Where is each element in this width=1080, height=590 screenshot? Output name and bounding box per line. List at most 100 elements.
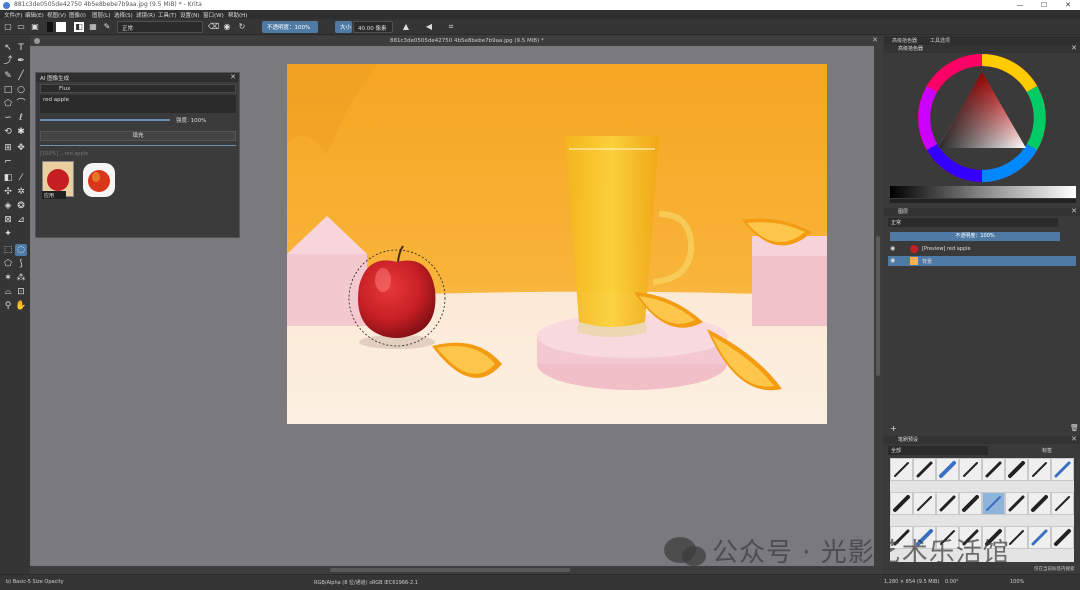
menu-window[interactable]: 窗口(W)	[203, 11, 224, 19]
eye-icon[interactable]: ◉	[890, 257, 895, 264]
bezier-select-icon[interactable]: ⌓	[2, 286, 14, 298]
background-color-swatch[interactable]	[56, 22, 66, 32]
transform-tool-icon[interactable]: ⊞	[2, 142, 14, 154]
contiguous-select-icon[interactable]: ✶	[2, 272, 14, 284]
brush-preset[interactable]	[913, 458, 936, 481]
polyline-tool-icon[interactable]: ⌒	[15, 98, 27, 110]
similar-select-icon[interactable]: ⁂	[15, 272, 27, 284]
enclose-fill-icon[interactable]: ❂	[15, 200, 27, 212]
menu-tools[interactable]: 工具(T)	[158, 11, 177, 19]
brush-preset[interactable]	[959, 492, 982, 515]
brush-preset-icon[interactable]: ✎	[102, 22, 112, 32]
close-window-button[interactable]: ✕	[1056, 0, 1080, 10]
edit-shapes-icon[interactable]: ⤴	[2, 55, 14, 67]
magnetic-select-icon[interactable]: ⊡	[15, 286, 27, 298]
rectangle-tool-icon[interactable]: □	[2, 84, 14, 96]
polygon-tool-icon[interactable]: ⬠	[2, 98, 14, 110]
reload-icon[interactable]: ↻	[237, 22, 247, 32]
menu-image[interactable]: 图像(I)	[69, 11, 86, 19]
opacity-slider[interactable]: 不透明度：100%	[262, 21, 318, 33]
brush-preset[interactable]	[1028, 492, 1051, 515]
smart-patch-icon[interactable]: ✲	[15, 186, 27, 198]
result-thumbnail-2[interactable]	[83, 163, 115, 197]
gradient-icon[interactable]: ◧	[74, 22, 84, 32]
tab-tool-options[interactable]: 工具选项	[930, 37, 950, 44]
crop-tool-icon[interactable]: ⌐	[2, 156, 14, 168]
layer-row-background[interactable]: ◉ 背景	[888, 256, 1076, 266]
menu-view[interactable]: 视图(V)	[47, 11, 66, 19]
freehand-select-icon[interactable]: ⟆	[15, 258, 27, 270]
apply-button[interactable]: 应用	[42, 191, 66, 199]
bezier-tool-icon[interactable]: ∽	[2, 112, 14, 124]
brush-preset[interactable]	[1028, 458, 1051, 481]
menu-help[interactable]: 帮助(H)	[228, 11, 247, 19]
rect-select-icon[interactable]: ⬚	[2, 244, 14, 256]
alpha-lock-icon[interactable]: ◉	[222, 22, 232, 32]
measure-tool-icon[interactable]: ⊿	[15, 214, 27, 226]
freehand-brush-icon[interactable]: ✎	[2, 70, 14, 82]
menu-settings[interactable]: 设置(N)	[180, 11, 199, 19]
layer-opacity-slider[interactable]: 不透明度：100%	[890, 232, 1060, 241]
model-select[interactable]: Flux	[40, 84, 236, 93]
size-slider[interactable]: 40.00 像素	[353, 21, 393, 33]
brush-preset[interactable]	[982, 492, 1005, 515]
add-layer-icon[interactable]: +	[890, 424, 897, 433]
brush-preset[interactable]	[890, 458, 913, 481]
horizontal-scroll-thumb[interactable]	[330, 568, 570, 572]
reference-tool-icon[interactable]: ✦	[2, 228, 14, 240]
open-document-icon[interactable]: ▭	[16, 22, 26, 32]
freehand-path-icon[interactable]: ℓ	[15, 112, 27, 124]
brush-preset[interactable]	[982, 458, 1005, 481]
color-picker-icon[interactable]: ⁄	[15, 172, 27, 184]
gradient-tool-icon[interactable]: ◧	[2, 172, 14, 184]
vertical-scrollbar[interactable]	[874, 46, 882, 566]
select-shapes-icon[interactable]: ↖	[2, 42, 14, 54]
generate-button[interactable]: 填充	[40, 131, 236, 141]
menu-layer[interactable]: 图层(L)	[92, 11, 110, 19]
foreground-color-swatch[interactable]	[47, 22, 53, 32]
minimize-button[interactable]: —	[1008, 0, 1032, 10]
move-tool-icon[interactable]: ✥	[15, 142, 27, 154]
menu-file[interactable]: 文件(F)	[4, 11, 22, 19]
brush-preset[interactable]	[1005, 458, 1028, 481]
brush-filter-select[interactable]: 全部	[888, 446, 988, 455]
brush-preset[interactable]	[936, 492, 959, 515]
menu-filter[interactable]: 滤镜(R)	[136, 11, 155, 19]
brush-preset[interactable]	[890, 492, 913, 515]
prompt-input[interactable]: red apple	[40, 95, 236, 113]
eraser-icon[interactable]: ⌫	[208, 22, 219, 32]
document-tab[interactable]: 881c3de0505de42750 4b5e8bebe7b9aa.jpg (9…	[30, 36, 882, 46]
blend-mode-select[interactable]: 正常	[117, 21, 203, 33]
close-document-icon[interactable]: ✕	[872, 36, 878, 44]
calligraphy-icon[interactable]: ✒	[15, 55, 27, 67]
close-layers-panel-icon[interactable]: ✕	[1071, 207, 1077, 215]
delete-layer-icon[interactable]: 🗑	[1070, 424, 1079, 432]
menu-edit[interactable]: 编辑(E)	[25, 11, 44, 19]
ellipse-select-icon[interactable]: ◌	[15, 244, 27, 256]
canvas-image[interactable]	[287, 64, 827, 424]
colorize-mask-icon[interactable]: ✣	[2, 186, 14, 198]
brush-preset[interactable]	[1051, 492, 1074, 515]
fill-tool-icon[interactable]: ◈	[2, 200, 14, 212]
strength-slider[interactable]	[40, 119, 170, 121]
ellipse-tool-icon[interactable]: ○	[15, 84, 27, 96]
close-brush-panel-icon[interactable]: ✕	[1071, 435, 1077, 443]
brush-preset[interactable]	[959, 458, 982, 481]
close-color-panel-icon[interactable]: ✕	[1071, 44, 1077, 52]
polygon-select-icon[interactable]: ⬠	[2, 258, 14, 270]
tab-advanced-color[interactable]: 高级拾色器	[892, 37, 917, 44]
mirror-horizontal-icon[interactable]: ▲	[401, 22, 411, 32]
vertical-scroll-thumb[interactable]	[876, 236, 880, 376]
new-document-icon[interactable]: ▢	[3, 22, 13, 32]
brush-preset[interactable]	[913, 492, 936, 515]
pattern-icon[interactable]: ▦	[88, 22, 98, 32]
pan-tool-icon[interactable]: ✋	[15, 300, 27, 312]
layer-blend-select[interactable]: 正常	[888, 218, 1058, 227]
multibrush-icon[interactable]: ✱	[15, 126, 27, 138]
line-tool-icon[interactable]: ╱	[15, 70, 27, 82]
brush-tag-label[interactable]: 标签	[1042, 447, 1052, 454]
text-tool-icon[interactable]: T	[15, 42, 27, 54]
color-wheel[interactable]	[914, 50, 1050, 186]
dynamic-brush-icon[interactable]: ⟲	[2, 126, 14, 138]
brush-preset[interactable]	[936, 458, 959, 481]
